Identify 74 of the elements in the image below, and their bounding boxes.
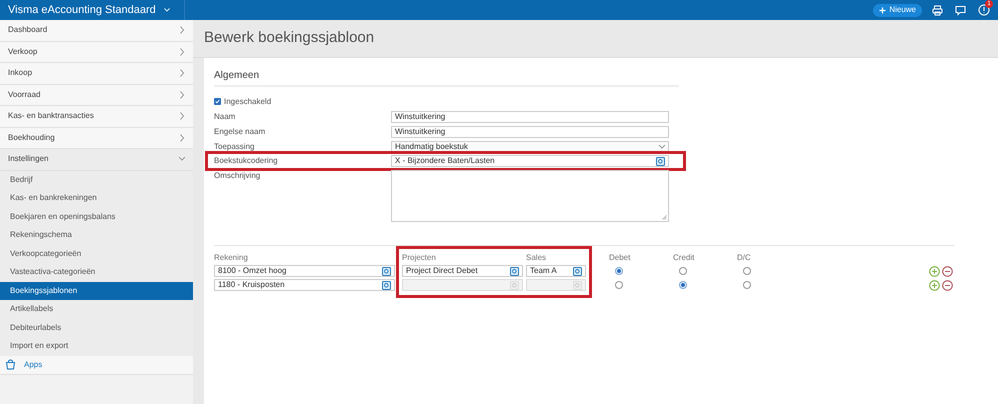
- sidebar-item[interactable]: Voorraad: [0, 84, 193, 106]
- radio-button[interactable]: [615, 281, 623, 289]
- checkbox-label: Ingeschakeld: [224, 96, 272, 108]
- sidebar-subitem[interactable]: Import en export: [0, 337, 193, 356]
- add-row-icon[interactable]: [929, 280, 940, 290]
- field-label: Toepassing: [214, 140, 256, 152]
- sidebar-subitem[interactable]: Boekingssjablonen: [0, 282, 193, 300]
- chevron-icon: [179, 48, 185, 56]
- select-field[interactable]: Handmatig boekstuk: [391, 140, 669, 152]
- sidebar-subitem[interactable]: Rekeningschema: [0, 226, 193, 244]
- sidebar-subitem[interactable]: Verkoopcategorieën: [0, 244, 193, 263]
- chevron-icon: [179, 134, 185, 142]
- radio-button[interactable]: [679, 281, 687, 289]
- account-field[interactable]: 1180 - Kruisposten: [214, 279, 395, 291]
- chevron-icon: [179, 155, 185, 164]
- lookup-icon[interactable]: [382, 266, 391, 276]
- remove-row-icon[interactable]: [942, 280, 953, 290]
- sidebar-item[interactable]: Boekhouding: [0, 128, 193, 149]
- sidebar-subitem[interactable]: Kas- en bankrekeningen: [0, 189, 193, 208]
- column-header: D/C: [737, 252, 752, 264]
- plus-icon: [879, 6, 886, 14]
- column-header: Credit: [673, 252, 696, 264]
- app-title: Visma eAccounting Standaard: [8, 2, 156, 18]
- basket-icon: [5, 359, 16, 370]
- text-field[interactable]: Winstuitkering: [391, 126, 669, 138]
- radio-button[interactable]: [679, 267, 687, 275]
- sidebar-item[interactable]: Kas- en banktransacties: [0, 106, 193, 128]
- chat-icon[interactable]: [955, 4, 966, 16]
- text-field[interactable]: Winstuitkering: [391, 110, 669, 122]
- chevron-icon: [179, 90, 185, 99]
- sidebar-subitem[interactable]: Boekjaren en openingsbalans: [0, 208, 193, 226]
- page-title: Bewerk boekingssjabloon: [204, 28, 374, 48]
- new-button[interactable]: Nieuwe: [873, 4, 922, 16]
- chevron-icon[interactable]: [164, 8, 170, 12]
- sidebar-subitem[interactable]: Bedrijf: [0, 170, 193, 189]
- project-field[interactable]: Project Direct Debet: [402, 265, 523, 277]
- chevron-icon: [179, 112, 185, 120]
- sidebar-item[interactable]: Dashboard: [0, 20, 193, 42]
- lookup-icon[interactable]: [573, 266, 582, 276]
- lookup-icon[interactable]: [510, 266, 519, 276]
- sidebar-subitem[interactable]: Debiteurlabels: [0, 318, 193, 337]
- column-header: Rekening: [214, 252, 249, 264]
- checkbox[interactable]: [214, 98, 221, 105]
- radio-button[interactable]: [743, 281, 751, 289]
- remove-row-icon[interactable]: [942, 266, 953, 276]
- sidebar-subitem[interactable]: Artikellabels: [0, 300, 193, 318]
- lookup-icon[interactable]: [656, 156, 665, 166]
- sales-field[interactable]: Team A: [526, 265, 586, 277]
- sidebar-item[interactable]: Verkoop: [0, 42, 193, 63]
- field-label: Boekstukcodering: [214, 155, 279, 167]
- printer-icon[interactable]: [932, 4, 943, 16]
- add-row-icon[interactable]: [929, 266, 940, 276]
- column-header: Sales: [526, 252, 548, 264]
- column-header: Projecten: [402, 252, 437, 264]
- chevron-icon: [179, 26, 185, 34]
- column-header: Debet: [609, 252, 632, 264]
- radio-button[interactable]: [743, 267, 751, 275]
- lookup-icon[interactable]: [382, 280, 391, 290]
- field-label: Omschrijving: [214, 170, 262, 182]
- lookup-field[interactable]: X - Bijzondere Baten/Lasten: [391, 155, 669, 167]
- chevron-icon: [659, 142, 665, 150]
- chevron-icon: [179, 69, 185, 78]
- section-title: Algemeen: [214, 69, 260, 83]
- resize-handle-icon[interactable]: [662, 214, 667, 220]
- field-label: Naam: [214, 110, 236, 122]
- sidebar-item[interactable]: Inkoop: [0, 63, 193, 84]
- description-field[interactable]: [391, 170, 669, 222]
- radio-button[interactable]: [615, 267, 623, 275]
- field-label: Engelse naam: [214, 126, 266, 138]
- apps-link[interactable]: Apps: [24, 358, 42, 370]
- alert-icon[interactable]: [978, 4, 990, 16]
- sidebar-item[interactable]: Instellingen: [0, 149, 193, 170]
- account-field[interactable]: 8100 - Omzet hoog: [214, 265, 395, 277]
- sidebar-subitem[interactable]: Vasteactiva-categorieën: [0, 263, 193, 282]
